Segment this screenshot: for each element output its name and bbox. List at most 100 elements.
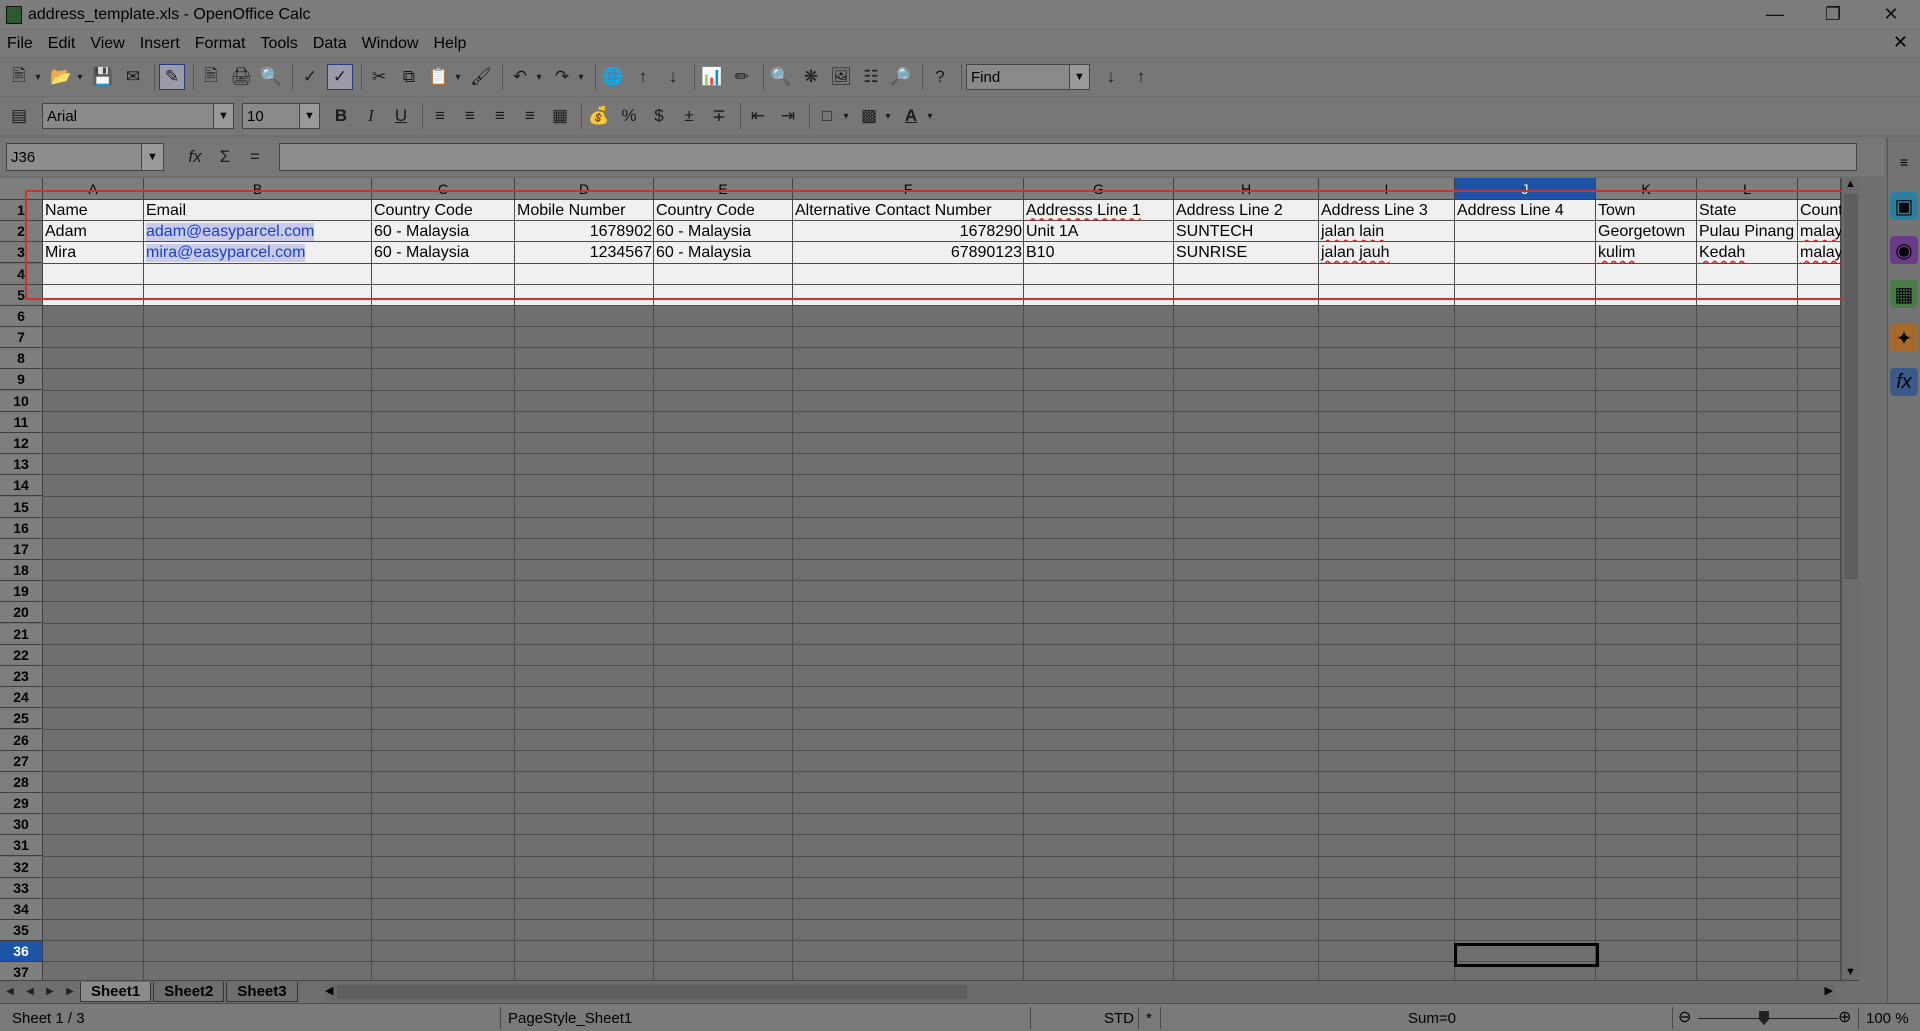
- new-document-icon[interactable]: 🗎: [6, 64, 32, 90]
- restore-button[interactable]: ❐: [1804, 0, 1862, 29]
- table-cell[interactable]: B10: [1024, 242, 1174, 263]
- find-replace-icon[interactable]: 🔍: [768, 64, 794, 90]
- row-header[interactable]: 11: [0, 411, 43, 433]
- table-cell[interactable]: Address Line 4: [1455, 200, 1596, 221]
- scroll-up-icon[interactable]: ▲: [1845, 178, 1856, 190]
- find-previous-icon[interactable]: ↑: [1128, 64, 1154, 90]
- column-header[interactable]: K: [1596, 178, 1697, 200]
- row-header[interactable]: 4: [0, 263, 43, 285]
- percent-format-icon[interactable]: %: [616, 103, 642, 129]
- find-input[interactable]: Find ▼: [966, 64, 1090, 90]
- status-zoom[interactable]: 100 %: [1866, 1010, 1909, 1027]
- functions-panel-icon[interactable]: fx: [1890, 368, 1918, 396]
- tab-sheet2[interactable]: Sheet2: [153, 981, 225, 1002]
- table-cell[interactable]: 1234567: [515, 242, 654, 263]
- find-next-icon[interactable]: ↓: [1098, 64, 1124, 90]
- background-color-dropdown-icon[interactable]: ▾: [882, 103, 894, 129]
- row-header[interactable]: 17: [0, 538, 43, 560]
- row-header[interactable]: 12: [0, 432, 43, 454]
- row-header[interactable]: 28: [0, 771, 43, 793]
- row-header[interactable]: 9: [0, 369, 43, 391]
- column-header[interactable]: J: [1455, 178, 1596, 200]
- align-center-icon[interactable]: ≡: [457, 103, 483, 129]
- scroll-down-icon[interactable]: ▼: [1845, 966, 1856, 978]
- draw-functions-icon[interactable]: ✏: [729, 64, 755, 90]
- table-cell[interactable]: Addresss Line 1: [1024, 200, 1174, 221]
- horizontal-scrollbar[interactable]: ◀ ▶: [325, 983, 1835, 1001]
- row-header[interactable]: 20: [0, 602, 43, 624]
- table-cell[interactable]: Address Line 2: [1174, 200, 1319, 221]
- table-cell[interactable]: Country Code: [372, 200, 515, 221]
- scroll-right-icon[interactable]: ▶: [1825, 984, 1833, 997]
- row-header[interactable]: 37: [0, 962, 43, 980]
- minimize-button[interactable]: —: [1746, 0, 1804, 29]
- table-cell[interactable]: Kedah: [1697, 242, 1798, 263]
- zoom-in-icon[interactable]: ⊕: [1838, 1007, 1851, 1027]
- borders-dropdown-icon[interactable]: ▾: [840, 103, 852, 129]
- name-box-dropdown-icon[interactable]: ▼: [141, 144, 163, 170]
- table-cell[interactable]: 60 - Malaysia: [372, 242, 515, 263]
- spellcheck-icon[interactable]: ✓: [297, 64, 323, 90]
- font-color-icon[interactable]: A: [898, 103, 924, 129]
- close-document-icon[interactable]: ✕: [1893, 32, 1908, 53]
- redo-dropdown-icon[interactable]: ▾: [575, 64, 587, 90]
- print-icon[interactable]: 🖨: [228, 64, 254, 90]
- paste-dropdown-icon[interactable]: ▾: [452, 64, 464, 90]
- undo-icon[interactable]: ↶: [507, 64, 533, 90]
- save-icon[interactable]: 💾: [90, 64, 116, 90]
- menu-edit[interactable]: Edit: [41, 35, 84, 53]
- menu-format[interactable]: Format: [188, 35, 254, 53]
- decrease-indent-icon[interactable]: ⇤: [745, 103, 771, 129]
- export-pdf-icon[interactable]: 🗎: [198, 64, 224, 90]
- currency-format-icon[interactable]: 💰: [586, 103, 612, 129]
- font-name-box[interactable]: Arial ▼: [42, 103, 234, 129]
- table-cell[interactable]: jalan lain: [1319, 221, 1455, 242]
- row-header[interactable]: 15: [0, 496, 43, 518]
- row-header[interactable]: 32: [0, 856, 43, 878]
- spreadsheet-grid[interactable]: ABCDEFGHIJKL 1 2 3 4 5 6 7 8 9 10 11 12 13 14 15 16 17 18…: [0, 178, 1841, 980]
- gallery-icon[interactable]: 🖼: [828, 64, 854, 90]
- table-cell[interactable]: Email: [144, 200, 372, 221]
- column-header[interactable]: A: [43, 178, 144, 200]
- font-size-dropdown-icon[interactable]: ▼: [299, 104, 319, 128]
- table-cell[interactable]: Town: [1596, 200, 1697, 221]
- redo-icon[interactable]: ↷: [549, 64, 575, 90]
- select-all-corner[interactable]: [0, 178, 43, 200]
- column-header[interactable]: E: [654, 178, 793, 200]
- close-button[interactable]: ✕: [1862, 0, 1920, 29]
- email-icon[interactable]: ✉: [120, 64, 146, 90]
- table-cell[interactable]: kulim: [1596, 242, 1697, 263]
- table-cell[interactable]: malay: [1798, 242, 1841, 263]
- page-preview-icon[interactable]: 🔍: [258, 64, 284, 90]
- font-color-dropdown-icon[interactable]: ▾: [924, 103, 936, 129]
- row-header[interactable]: 14: [0, 475, 43, 497]
- vertical-scrollbar[interactable]: ▲ ▼: [1841, 178, 1859, 980]
- column-header[interactable]: F: [793, 178, 1024, 200]
- row-header[interactable]: 31: [0, 835, 43, 857]
- align-right-icon[interactable]: ≡: [487, 103, 513, 129]
- table-cell[interactable]: Name: [43, 200, 144, 221]
- menu-window[interactable]: Window: [355, 35, 427, 53]
- find-dropdown-icon[interactable]: ▼: [1069, 65, 1089, 89]
- row-header[interactable]: 6: [0, 305, 43, 327]
- sum-icon[interactable]: Σ: [212, 144, 238, 170]
- table-cell[interactable]: [1455, 242, 1596, 263]
- row-header[interactable]: 18: [0, 560, 43, 582]
- row-header[interactable]: 22: [0, 644, 43, 666]
- navigator-icon[interactable]: ❋: [798, 64, 824, 90]
- open-dropdown-icon[interactable]: ▾: [74, 64, 86, 90]
- row-header[interactable]: 27: [0, 750, 43, 772]
- status-mode[interactable]: STD: [1104, 1010, 1134, 1027]
- sidebar-menu-icon[interactable]: ≡: [1890, 148, 1918, 176]
- menu-tools[interactable]: Tools: [253, 35, 305, 53]
- function-icon[interactable]: =: [242, 144, 268, 170]
- table-cell[interactable]: malay: [1798, 221, 1841, 242]
- hyperlink-icon[interactable]: 🌐: [600, 64, 626, 90]
- zoom-icon[interactable]: 🔎: [888, 64, 914, 90]
- help-icon[interactable]: ?: [927, 64, 953, 90]
- sort-ascending-icon[interactable]: ↑: [630, 64, 656, 90]
- column-header[interactable]: B: [144, 178, 372, 200]
- prev-sheet-icon[interactable]: ◀: [20, 983, 40, 1001]
- row-header[interactable]: 16: [0, 517, 43, 539]
- new-dropdown-icon[interactable]: ▾: [32, 64, 44, 90]
